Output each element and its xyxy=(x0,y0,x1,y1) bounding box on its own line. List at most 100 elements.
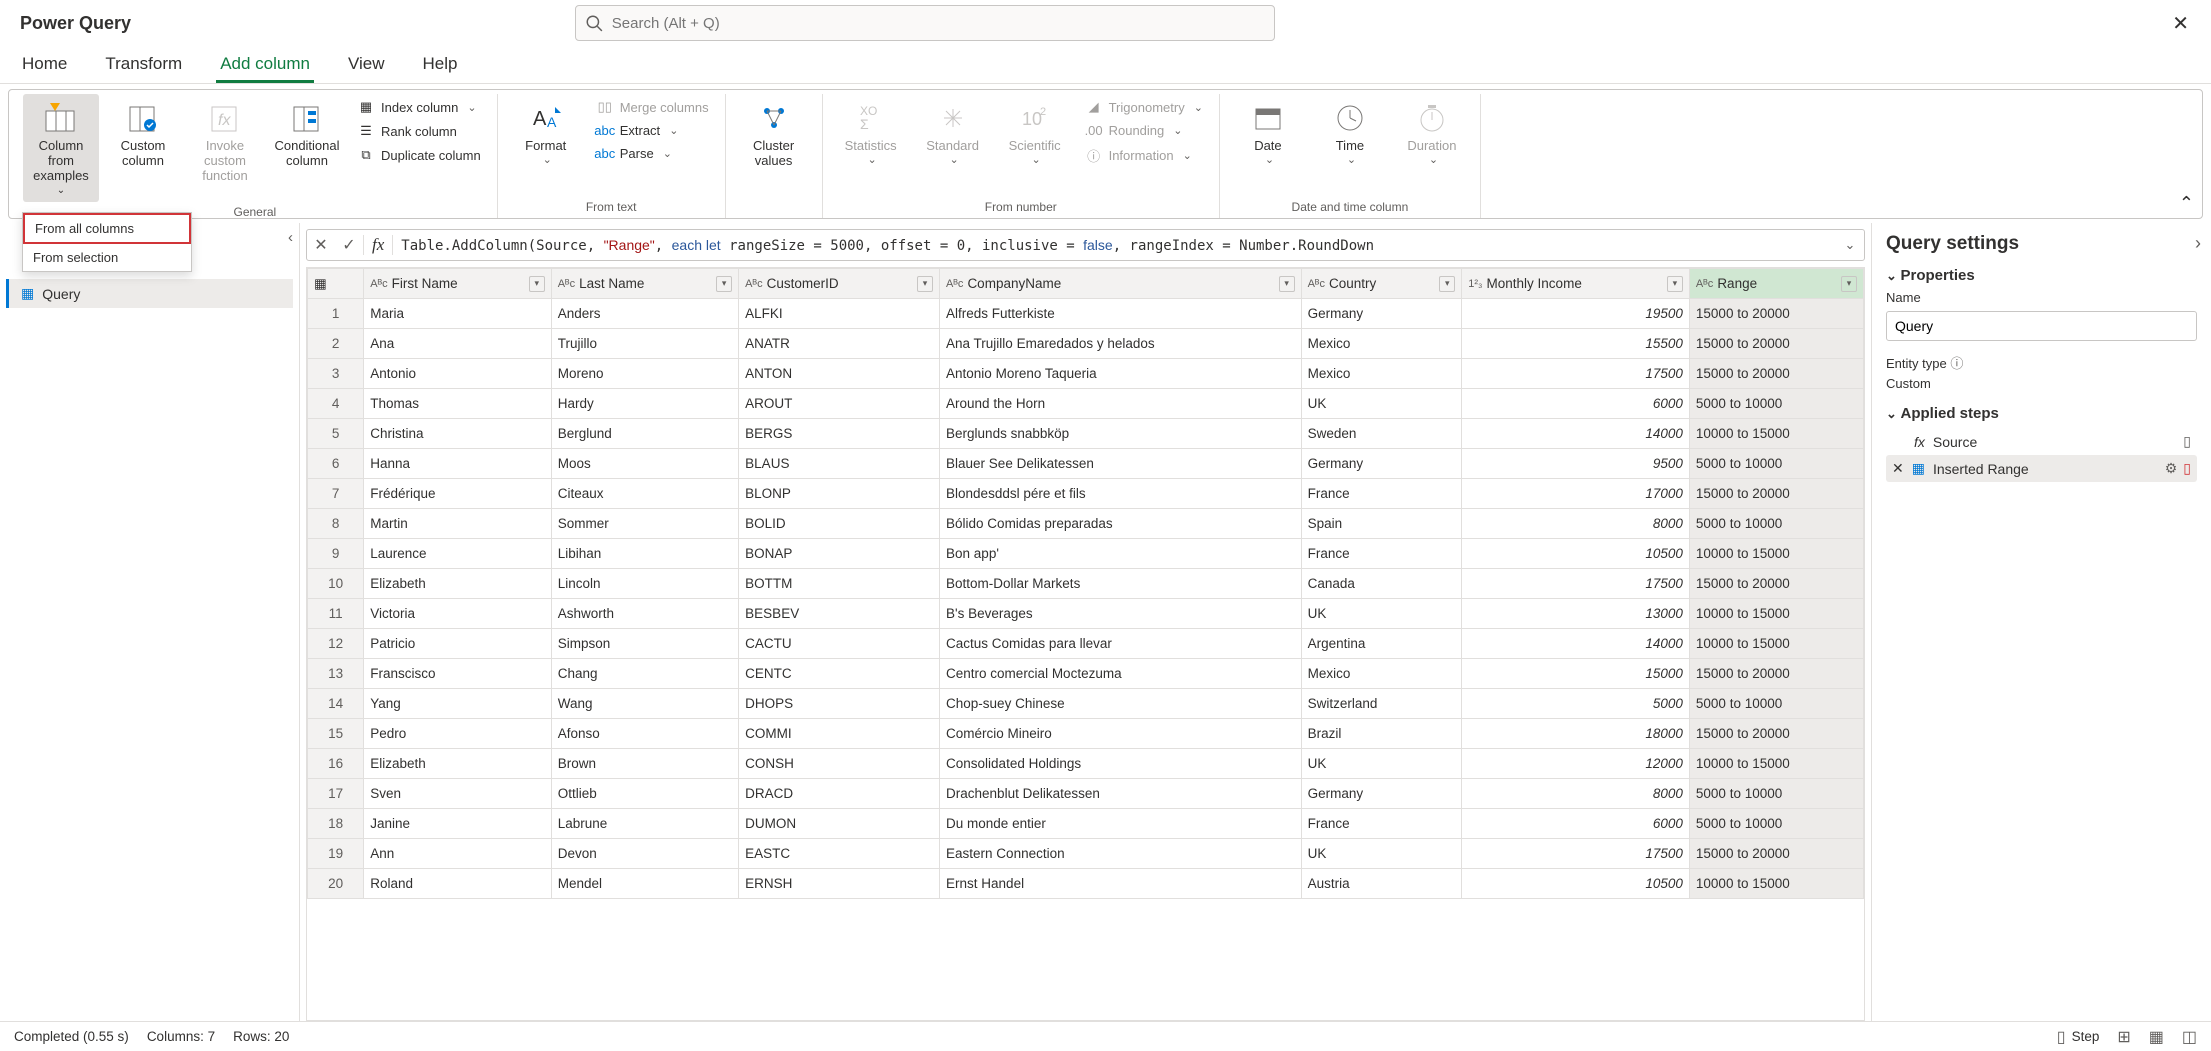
table-cell[interactable]: 15000 xyxy=(1462,659,1690,689)
table-cell[interactable]: Canada xyxy=(1301,569,1462,599)
table-cell[interactable]: Argentina xyxy=(1301,629,1462,659)
rounding-button[interactable]: .00Rounding xyxy=(1079,120,1209,141)
table-cell[interactable]: Mendel xyxy=(551,869,738,899)
table-cell[interactable]: 15000 to 20000 xyxy=(1689,329,1863,359)
table-cell[interactable]: 5000 xyxy=(1462,689,1690,719)
row-number[interactable]: 5 xyxy=(308,419,364,449)
table-cell[interactable]: Janine xyxy=(364,809,551,839)
row-number[interactable]: 3 xyxy=(308,359,364,389)
table-cell[interactable]: Ana Trujillo Emaredados y helados xyxy=(940,329,1302,359)
table-cell[interactable]: Moreno xyxy=(551,359,738,389)
table-cell[interactable]: Ernst Handel xyxy=(940,869,1302,899)
table-cell[interactable]: 15000 to 20000 xyxy=(1689,299,1863,329)
table-cell[interactable]: BOTTM xyxy=(739,569,940,599)
table-cell[interactable]: Bon app' xyxy=(940,539,1302,569)
table-cell[interactable]: UK xyxy=(1301,839,1462,869)
table-corner[interactable]: ▦ xyxy=(308,269,364,299)
statistics-button[interactable]: XOΣ Statistics xyxy=(833,94,909,172)
rank-column-button[interactable]: ☰Rank column xyxy=(351,120,487,142)
table-cell[interactable]: 15000 to 20000 xyxy=(1689,359,1863,389)
table-cell[interactable]: 15500 xyxy=(1462,329,1690,359)
column-type-icon[interactable]: Aᴮc xyxy=(1696,278,1713,290)
applied-steps-header[interactable]: Applied steps xyxy=(1886,405,2197,422)
information-button[interactable]: ⓘInformation xyxy=(1079,143,1209,168)
table-cell[interactable]: ANTON xyxy=(739,359,940,389)
table-row[interactable]: 6HannaMoosBLAUSBlauer See DelikatessenGe… xyxy=(308,449,1864,479)
table-cell[interactable]: 10000 to 15000 xyxy=(1689,419,1863,449)
table-cell[interactable]: Maria xyxy=(364,299,551,329)
query-list-item[interactable]: ▦ Query xyxy=(6,279,293,308)
table-row[interactable]: 15PedroAfonsoCOMMIComércio MineiroBrazil… xyxy=(308,719,1864,749)
table-cell[interactable]: Roland xyxy=(364,869,551,899)
diagram-view-button[interactable]: ⊞ xyxy=(2117,1027,2130,1047)
trigonometry-button[interactable]: ◢Trigonometry xyxy=(1079,96,1209,118)
close-button[interactable]: ✕ xyxy=(2162,5,2199,42)
column-filter-button[interactable]: ▾ xyxy=(1279,276,1295,292)
table-cell[interactable]: Wang xyxy=(551,689,738,719)
query-settings-expand-button[interactable]: › xyxy=(2195,233,2201,254)
column-header[interactable]: AᴮcLast Name▾ xyxy=(551,269,738,299)
table-cell[interactable]: Comércio Mineiro xyxy=(940,719,1302,749)
step-button[interactable]: ▯Step xyxy=(2057,1027,2100,1047)
table-cell[interactable]: Simpson xyxy=(551,629,738,659)
cluster-values-button[interactable]: Cluster values xyxy=(736,94,812,172)
table-cell[interactable]: Blondesddsl pére et fils xyxy=(940,479,1302,509)
column-filter-button[interactable]: ▾ xyxy=(1439,276,1455,292)
table-cell[interactable]: Brown xyxy=(551,749,738,779)
properties-section-header[interactable]: Properties xyxy=(1886,267,2197,284)
table-cell[interactable]: Chang xyxy=(551,659,738,689)
queries-pane-collapse[interactable]: ‹ xyxy=(288,229,293,246)
table-cell[interactable]: CONSH xyxy=(739,749,940,779)
column-filter-button[interactable]: ▾ xyxy=(1841,276,1857,292)
table-cell[interactable]: 19500 xyxy=(1462,299,1690,329)
table-cell[interactable]: France xyxy=(1301,479,1462,509)
table-row[interactable]: 2AnaTrujilloANATRAna Trujillo Emaredados… xyxy=(308,329,1864,359)
table-cell[interactable]: 13000 xyxy=(1462,599,1690,629)
dropdown-from-selection[interactable]: From selection xyxy=(23,244,191,271)
table-cell[interactable]: Hardy xyxy=(551,389,738,419)
table-cell[interactable]: 5000 to 10000 xyxy=(1689,809,1863,839)
row-number[interactable]: 10 xyxy=(308,569,364,599)
table-row[interactable]: 13FransciscoChangCENTCCentro comercial M… xyxy=(308,659,1864,689)
row-number[interactable]: 9 xyxy=(308,539,364,569)
invoke-custom-function-button[interactable]: fx Invoke custom function xyxy=(187,94,263,187)
table-cell[interactable]: Mexico xyxy=(1301,659,1462,689)
table-row[interactable]: 9LaurenceLibihanBONAPBon app'France10500… xyxy=(308,539,1864,569)
table-cell[interactable]: 6000 xyxy=(1462,389,1690,419)
menu-view[interactable]: View xyxy=(344,50,389,83)
table-cell[interactable]: Franscisco xyxy=(364,659,551,689)
table-cell[interactable]: Lincoln xyxy=(551,569,738,599)
table-cell[interactable]: 8000 xyxy=(1462,779,1690,809)
table-cell[interactable]: Ann xyxy=(364,839,551,869)
table-cell[interactable]: Victoria xyxy=(364,599,551,629)
query-name-input[interactable] xyxy=(1886,311,2197,341)
row-number[interactable]: 17 xyxy=(308,779,364,809)
table-cell[interactable]: ERNSH xyxy=(739,869,940,899)
table-cell[interactable]: 10000 to 15000 xyxy=(1689,599,1863,629)
menu-home[interactable]: Home xyxy=(18,50,71,83)
table-cell[interactable]: Germany xyxy=(1301,449,1462,479)
table-cell[interactable]: AROUT xyxy=(739,389,940,419)
table-cell[interactable]: Ashworth xyxy=(551,599,738,629)
table-cell[interactable]: Germany xyxy=(1301,779,1462,809)
table-cell[interactable]: DUMON xyxy=(739,809,940,839)
column-type-icon[interactable]: Aᴮc xyxy=(1308,278,1325,290)
grid-view-button[interactable]: ▦ xyxy=(2149,1027,2164,1047)
custom-column-button[interactable]: Custom column xyxy=(105,94,181,172)
menu-add-column[interactable]: Add column xyxy=(216,50,314,83)
table-cell[interactable]: Patricio xyxy=(364,629,551,659)
table-cell[interactable]: Yang xyxy=(364,689,551,719)
time-button[interactable]: Time xyxy=(1312,94,1388,172)
column-type-icon[interactable]: Aᴮc xyxy=(745,278,762,290)
table-cell[interactable]: BLAUS xyxy=(739,449,940,479)
table-cell[interactable]: Thomas xyxy=(364,389,551,419)
row-number[interactable]: 18 xyxy=(308,809,364,839)
formula-text[interactable]: Table.AddColumn(Source, "Range", each le… xyxy=(393,237,1836,254)
row-number[interactable]: 8 xyxy=(308,509,364,539)
row-number[interactable]: 2 xyxy=(308,329,364,359)
column-header[interactable]: AᴮcFirst Name▾ xyxy=(364,269,551,299)
applied-step[interactable]: fxSource▯ xyxy=(1886,428,2197,455)
column-filter-button[interactable]: ▾ xyxy=(1667,276,1683,292)
delete-step-button[interactable]: ✕ xyxy=(1892,460,1904,477)
data-table-container[interactable]: ▦AᴮcFirst Name▾AᴮcLast Name▾AᴮcCustomerI… xyxy=(306,267,1865,1021)
